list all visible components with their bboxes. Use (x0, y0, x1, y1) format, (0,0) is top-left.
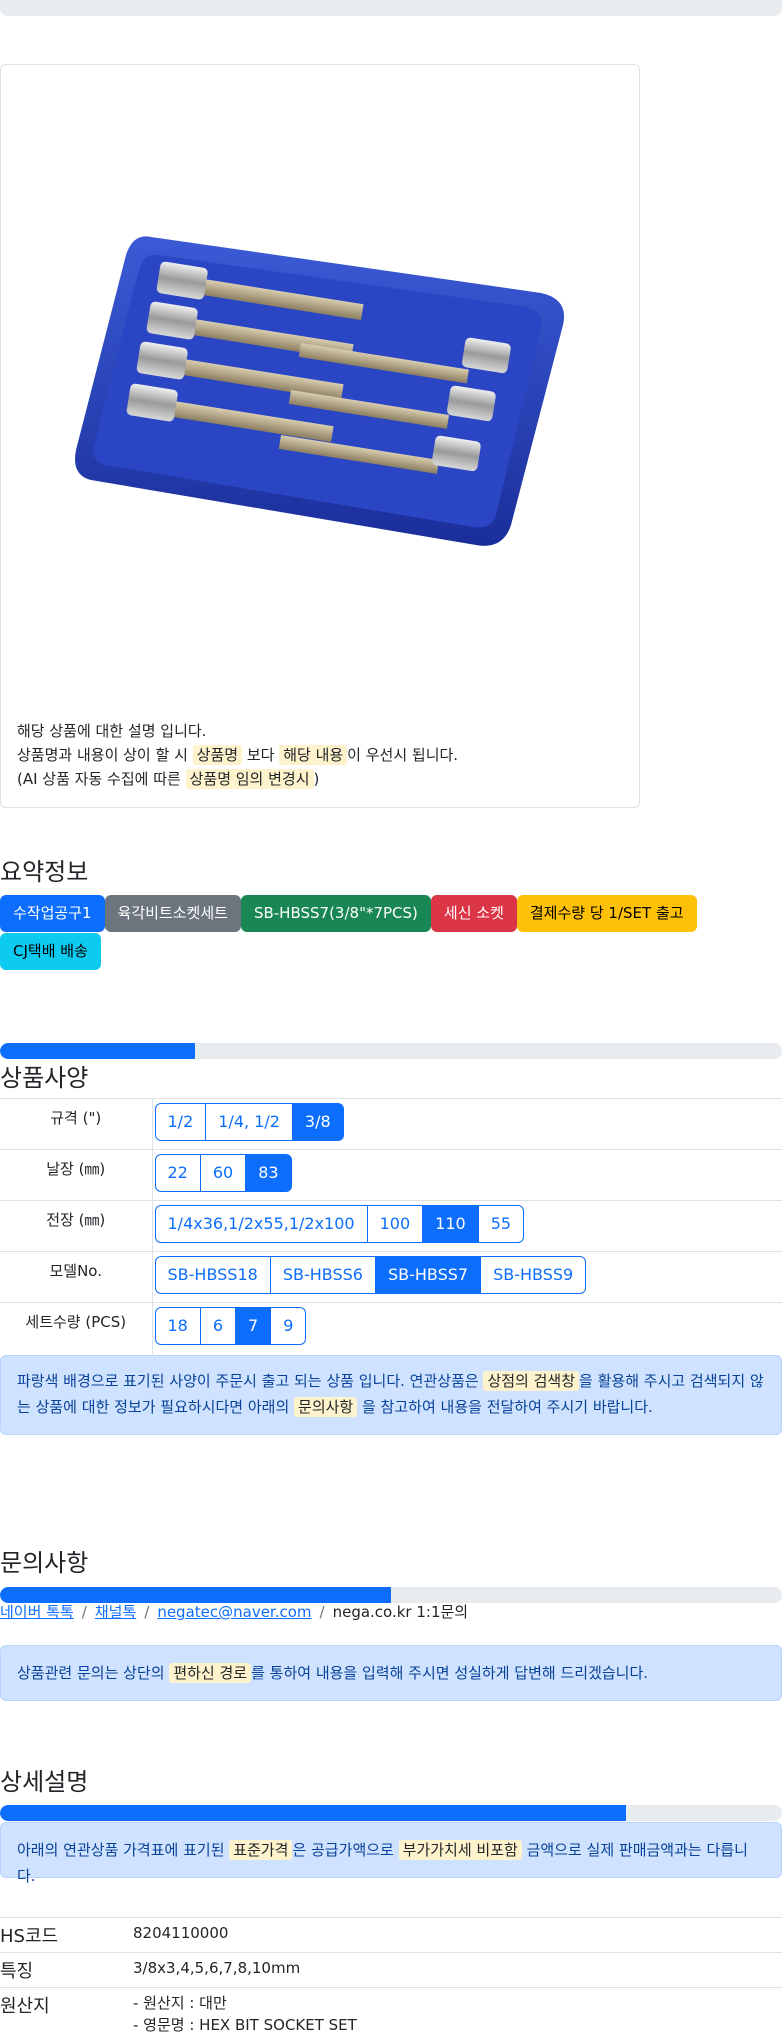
info-row: 특징 3/8x3,4,5,6,7,8,10mm (0, 1952, 782, 1988)
product-image-socket-set (75, 236, 565, 546)
note-text: ) (313, 770, 320, 788)
detail-notice: 아래의 연관상품 가격표에 표기된 표준가격 은 공급가액으로 부가가치세 비포함… (0, 1822, 782, 1885)
option-group: 1/4x36,1/2x55,1/2x100 100 110 55 (154, 1205, 525, 1243)
spec-label: 모델No. (0, 1251, 153, 1303)
breadcrumb-separator: / (319, 1603, 325, 1621)
option-button[interactable]: SB-HBSS18 (154, 1256, 271, 1294)
product-notes: 해당 상품에 대한 설명 입니다. 상품명과 내용이 상이 할 시 상품명 보다… (17, 719, 458, 791)
product-card: 해당 상품에 대한 설명 입니다. 상품명과 내용이 상이 할 시 상품명 보다… (0, 64, 640, 808)
option-button[interactable]: 22 (154, 1154, 201, 1192)
option-button[interactable]: 18 (154, 1307, 201, 1345)
badge-category: 수작업공구1 (0, 895, 105, 932)
option-group: SB-HBSS18 SB-HBSS6 SB-HBSS7 SB-HBSS9 (154, 1256, 587, 1294)
info-value-line: - 영문명 : HEX BIT SOCKET SET (133, 2016, 357, 2032)
option-group: 18 6 7 9 (154, 1307, 307, 1345)
notice-text: 상품관련 문의는 상단의 (17, 1664, 170, 1682)
info-row: 원산지 - 원산지 : 대만 - 영문명 : HEX BIT SOCKET SE… (0, 1987, 782, 2032)
note-text: (AI 상품 자동 수집에 따른 (17, 770, 186, 788)
notice-highlight: 상점의 검색창 (483, 1371, 580, 1391)
summary-title: 요약정보 (0, 858, 89, 886)
option-button[interactable]: 100 (366, 1205, 424, 1243)
option-button[interactable]: 6 (199, 1307, 237, 1345)
option-group: 1/2 1/4, 1/2 3/8 (154, 1103, 344, 1141)
spec-label: 날장 (㎜) (0, 1149, 153, 1201)
option-button[interactable]: SB-HBSS9 (480, 1256, 587, 1294)
progress-fill (0, 1805, 626, 1821)
note-text: 상품명과 내용이 상이 할 시 (17, 746, 193, 764)
option-button[interactable]: 60 (199, 1154, 247, 1192)
badge-delivery: CJ택배 배송 (0, 933, 101, 970)
notice-text: 아래의 연관상품 가격표에 표기된 (17, 1841, 230, 1859)
spec-table: 규격 (") 1/2 1/4, 1/2 3/8 날장 (㎜) 22 60 83 … (0, 1098, 782, 1354)
option-group: 22 60 83 (154, 1154, 292, 1192)
info-key: 특징 (0, 1952, 133, 1988)
note-line-1: 해당 상품에 대한 설명 입니다. (17, 722, 207, 740)
notice-highlight: 문의사항 (294, 1397, 358, 1417)
badge-model: SB-HBSS7(3/8"*7PCS) (240, 895, 431, 932)
spec-row: 모델No. SB-HBSS18 SB-HBSS6 SB-HBSS7 SB-HBS… (0, 1251, 782, 1303)
spec-row: 전장 (㎜) 1/4x36,1/2x55,1/2x100 100 110 55 (0, 1200, 782, 1252)
note-highlight: 상품명 (192, 745, 243, 765)
option-button[interactable]: SB-HBSS6 (269, 1256, 376, 1294)
breadcrumb-separator: / (81, 1603, 87, 1621)
notice-highlight: 표준가격 (229, 1840, 293, 1860)
note-highlight: 해당 내용 (279, 745, 348, 765)
option-button-selected[interactable]: 3/8 (291, 1103, 344, 1141)
badge-brand: 세신 소켓 (430, 895, 517, 932)
notice-highlight: 부가가치세 비포함 (398, 1840, 522, 1860)
email-link[interactable]: negatec@naver.com (157, 1603, 311, 1621)
summary-badges: 수작업공구1 육각비트소켓세트 SB-HBSS7(3/8"*7PCS) 세신 소… (0, 895, 710, 971)
note-text: 이 우선시 됩니다. (347, 746, 459, 764)
naver-talktalk-link[interactable]: 네이버 톡톡 (0, 1603, 74, 1621)
info-value: 3/8x3,4,5,6,7,8,10mm (133, 1952, 782, 1988)
spec-title: 상품사양 (0, 1064, 89, 1092)
inquiry-notice: 상품관련 문의는 상단의 편하신 경로 를 통하여 내용을 입력해 주시면 성실하… (0, 1645, 782, 1701)
breadcrumb: 네이버 톡톡 / 채널톡 / negatec@naver.com / nega.co.kr … (0, 1601, 468, 1622)
note-line-2: 상품명과 내용이 상이 할 시 상품명 보다 해당 내용 이 우선시 됩니다. (17, 743, 458, 767)
info-key: HS코드 (0, 1917, 133, 1953)
option-button[interactable]: 9 (270, 1307, 307, 1345)
notice-text: 은 공급가액으로 (292, 1841, 399, 1859)
info-row: HS코드 8204110000 (0, 1917, 782, 1953)
spec-label: 전장 (㎜) (0, 1200, 153, 1252)
info-value: - 원산지 : 대만 - 영문명 : HEX BIT SOCKET SET (133, 1987, 782, 2032)
spec-notice: 파랑색 배경으로 표기된 사양이 주문시 출고 되는 상품 입니다. 연관상품은… (0, 1355, 782, 1435)
note-highlight: 상품명 임의 변경시 (185, 769, 314, 789)
channeltalk-link[interactable]: 채널톡 (95, 1603, 136, 1621)
option-button[interactable]: 1/4, 1/2 (205, 1103, 293, 1141)
notice-highlight: 편하신 경로 (169, 1663, 252, 1683)
note-line-3: (AI 상품 자동 수집에 따른 상품명 임의 변경시) (17, 767, 458, 791)
spec-label: 세트수량 (PCS) (0, 1302, 153, 1354)
option-button-selected[interactable]: 83 (245, 1154, 292, 1192)
option-button-selected[interactable]: 110 (422, 1205, 479, 1243)
info-key: 원산지 (0, 1987, 133, 2032)
detail-title: 상세설명 (0, 1768, 89, 1796)
spec-label: 규격 (") (0, 1098, 153, 1150)
badge-shipping-unit: 결제수량 당 1/SET 출고 (516, 895, 697, 932)
info-value-line: - 원산지 : 대만 (133, 1994, 227, 2012)
top-progress-bar (0, 0, 782, 16)
spec-progress (0, 1043, 782, 1059)
option-button[interactable]: 55 (477, 1205, 525, 1243)
notice-text: 을 참고하여 내용을 전달하여 주시기 바랍니다. (357, 1398, 653, 1416)
option-button-selected[interactable]: 7 (235, 1307, 272, 1345)
breadcrumb-separator: / (144, 1603, 150, 1621)
detail-progress (0, 1805, 782, 1821)
inquiry-title: 문의사항 (0, 1549, 89, 1577)
info-value: 8204110000 (133, 1917, 782, 1953)
spec-row: 세트수량 (PCS) 18 6 7 9 (0, 1302, 782, 1354)
product-info-table: HS코드 8204110000 특징 3/8x3,4,5,6,7,8,10mm … (0, 1917, 782, 2032)
note-text: 보다 (242, 746, 280, 764)
progress-fill (0, 1043, 195, 1059)
option-button[interactable]: 1/2 (154, 1103, 207, 1141)
badge-product-type: 육각비트소켓세트 (104, 895, 241, 932)
notice-text: 를 통하여 내용을 입력해 주시면 성실하게 답변해 드리겠습니다. (251, 1664, 649, 1682)
notice-text: 파랑색 배경으로 표기된 사양이 주문시 출고 되는 상품 입니다. 연관상품은 (17, 1372, 484, 1390)
spec-row: 규격 (") 1/2 1/4, 1/2 3/8 (0, 1098, 782, 1150)
option-button-selected[interactable]: SB-HBSS7 (374, 1256, 482, 1294)
spec-row: 날장 (㎜) 22 60 83 (0, 1149, 782, 1201)
option-button[interactable]: 1/4x36,1/2x55,1/2x100 (154, 1205, 368, 1243)
breadcrumb-current: nega.co.kr 1:1문의 (332, 1603, 469, 1621)
